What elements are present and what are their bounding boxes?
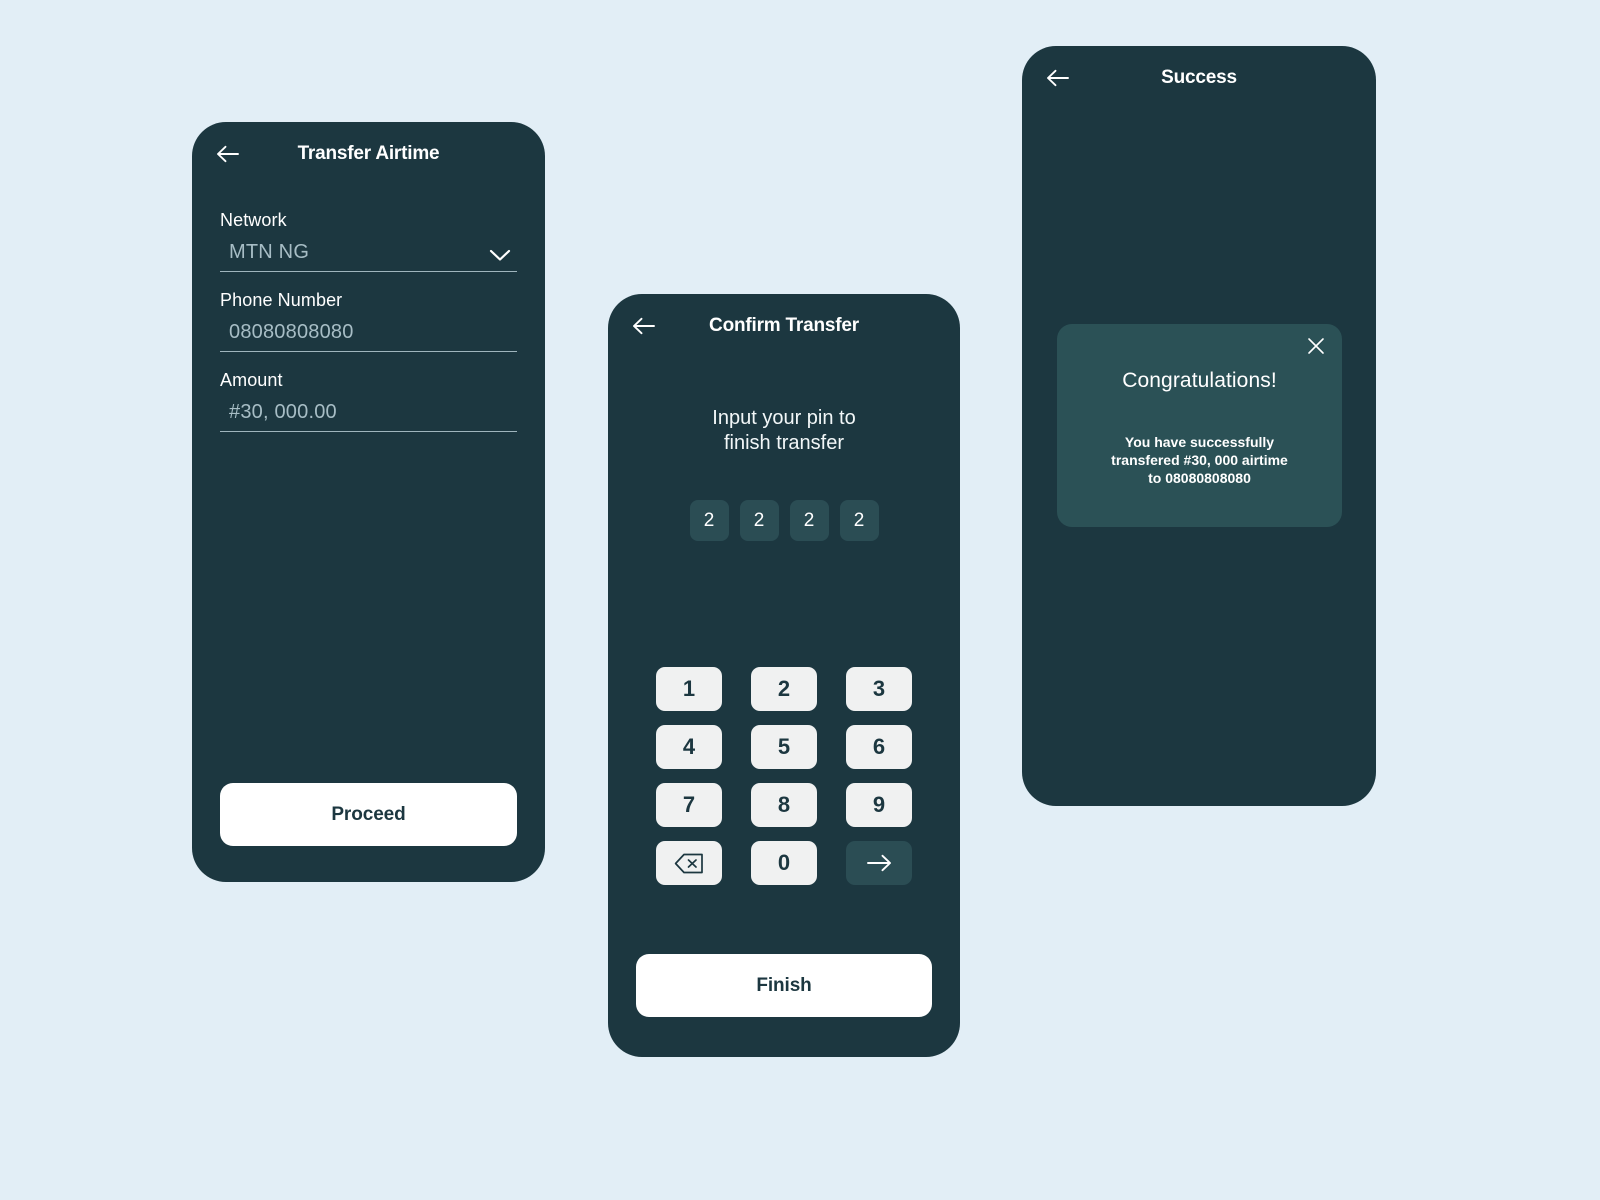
arrow-left-icon <box>1046 69 1070 87</box>
key-3[interactable]: 3 <box>846 667 912 711</box>
pin-digit[interactable]: 2 <box>839 500 879 541</box>
back-button[interactable] <box>622 304 666 348</box>
pin-digit[interactable]: 2 <box>789 500 829 541</box>
key-6[interactable]: 6 <box>846 725 912 769</box>
network-select-value: MTN NG <box>229 241 310 263</box>
finish-button[interactable]: Finish <box>636 954 932 1017</box>
field-label-network: Network <box>220 210 287 230</box>
arrow-left-icon <box>216 145 240 163</box>
pin-digit[interactable]: 2 <box>689 500 729 541</box>
phone-number-input[interactable]: 08080808080 <box>220 321 517 352</box>
arrow-left-icon <box>632 317 656 335</box>
success-header: Success <box>1022 46 1376 110</box>
pin-digit[interactable]: 2 <box>739 500 779 541</box>
screen-confirm-transfer: Confirm Transfer Input your pin to finis… <box>608 294 960 1057</box>
chevron-down-icon[interactable] <box>489 249 511 262</box>
key-submit[interactable] <box>846 841 912 885</box>
key-1[interactable]: 1 <box>656 667 722 711</box>
pin-prompt-line-1: Input your pin to <box>712 407 856 429</box>
phone-number-value: 08080808080 <box>229 321 354 343</box>
transfer-form: Network MTN NG Phone Number 08080808080 … <box>192 186 545 432</box>
screen-transfer-airtime: Transfer Airtime Network MTN NG Phone Nu… <box>192 122 545 882</box>
field-amount: Amount #30, 000.00 <box>220 370 517 432</box>
success-modal: Congratulations! You have successfully t… <box>1057 324 1342 527</box>
back-button[interactable] <box>206 132 250 176</box>
pin-input-group: 2 2 2 2 <box>608 500 960 541</box>
key-7[interactable]: 7 <box>656 783 722 827</box>
transfer-header: Transfer Airtime <box>192 122 545 186</box>
amount-value: #30, 000.00 <box>229 401 337 423</box>
key-4[interactable]: 4 <box>656 725 722 769</box>
close-button[interactable] <box>1302 334 1330 362</box>
modal-message-line-3: to 08080808080 <box>1148 470 1251 486</box>
modal-message: You have successfully transfered #30, 00… <box>1057 433 1342 487</box>
field-phone-number: Phone Number 08080808080 <box>220 290 517 352</box>
field-label-phone-number: Phone Number <box>220 290 343 310</box>
key-backspace[interactable] <box>656 841 722 885</box>
key-9[interactable]: 9 <box>846 783 912 827</box>
key-8[interactable]: 8 <box>751 783 817 827</box>
arrow-right-icon <box>866 854 892 872</box>
field-label-amount: Amount <box>220 370 283 390</box>
proceed-button[interactable]: Proceed <box>220 783 517 846</box>
confirm-header: Confirm Transfer <box>608 294 960 358</box>
modal-title: Congratulations! <box>1122 369 1277 392</box>
key-2[interactable]: 2 <box>751 667 817 711</box>
backspace-icon <box>674 853 704 874</box>
key-0[interactable]: 0 <box>751 841 817 885</box>
numeric-keypad: 1 2 3 4 5 6 7 8 9 0 <box>608 667 960 885</box>
modal-message-line-2: transfered #30, 000 airtime <box>1111 452 1288 468</box>
modal-message-line-1: You have successfully <box>1124 434 1275 450</box>
close-icon <box>1307 337 1325 360</box>
key-5[interactable]: 5 <box>751 725 817 769</box>
network-select[interactable]: MTN NG <box>220 241 517 272</box>
amount-input[interactable]: #30, 000.00 <box>220 401 517 432</box>
screen-success: Success Congratulations! You have succes… <box>1022 46 1376 806</box>
field-network: Network MTN NG <box>220 210 517 272</box>
pin-prompt-line-2: finish transfer <box>723 432 845 454</box>
back-button[interactable] <box>1036 56 1080 100</box>
pin-prompt: Input your pin to finish transfer <box>608 406 960 456</box>
